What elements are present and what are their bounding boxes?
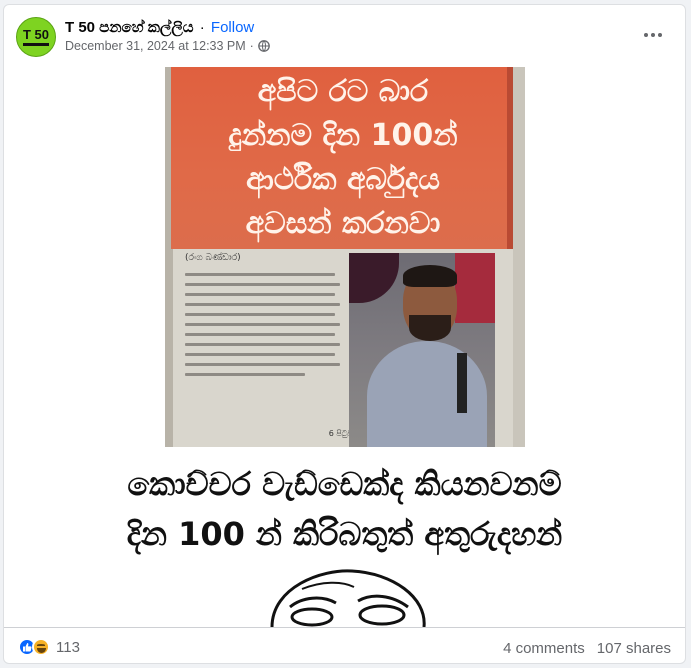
page-name[interactable]: T 50 පනහේ කල්ලිය bbox=[65, 19, 194, 36]
headline-line: අවසන් කරනවා bbox=[245, 206, 441, 241]
clipping-body-text bbox=[185, 273, 365, 376]
newspaper-clipping: අපිට රට බාර දුන්නම දින 100න් ආර්ථික අර්බ… bbox=[165, 67, 525, 447]
reaction-summary[interactable]: 113 bbox=[18, 638, 80, 656]
headline-line: දුන්නම දින 100න් bbox=[228, 118, 458, 153]
comments-link[interactable]: 4 comments bbox=[503, 640, 585, 657]
meta-separator: · bbox=[249, 39, 254, 53]
follow-button[interactable]: Follow bbox=[211, 19, 254, 36]
post-timestamp[interactable]: December 31, 2024 at 12:33 PM bbox=[65, 39, 246, 53]
clipping-edge bbox=[513, 67, 525, 447]
more-horizontal-icon[interactable] bbox=[641, 25, 665, 45]
headline-line: ආර්ථික අර්බුදය bbox=[246, 162, 440, 197]
post-meta: December 31, 2024 at 12:33 PM · bbox=[65, 39, 270, 53]
clipping-byline: (රංග බණ්ඩාර) bbox=[185, 253, 241, 263]
meme-caption-line-1: කොච්චර වැඩ්ඩෙක්ද කියනවනම් bbox=[127, 465, 562, 503]
trollface-icon bbox=[270, 569, 426, 627]
clipping-headline: අපිට රට බාර දුන්නම දින 100න් ආර්ථික අර්බ… bbox=[171, 67, 515, 249]
avatar-underline bbox=[23, 43, 49, 46]
post-stats: 4 comments 107 shares bbox=[503, 640, 671, 657]
reaction-count: 113 bbox=[56, 638, 80, 656]
avatar-text: T 50 bbox=[22, 27, 49, 42]
post-footer: 113 4 comments 107 shares bbox=[4, 627, 685, 663]
haha-reaction-icon bbox=[32, 638, 50, 656]
clipping-article: (රංග බණ්ඩාර) 6 පිටුවට bbox=[185, 253, 365, 443]
post-image[interactable]: අපිට රට බාර දුන්නම දින 100න් ආර්ථික අර්බ… bbox=[4, 67, 685, 627]
separator-dot: · bbox=[199, 19, 205, 36]
page-avatar[interactable]: T 50 bbox=[16, 17, 56, 57]
meme-caption-line-2: දින 100 න් කිරිබතුත් අතුරුදහන් bbox=[126, 515, 563, 553]
post-header: T 50 T 50 පනහේ කල්ලිය · Follow December … bbox=[4, 5, 685, 67]
shares-link[interactable]: 107 shares bbox=[597, 640, 671, 657]
politician-photo bbox=[349, 253, 495, 447]
page-line: T 50 පනහේ කල්ලිය · Follow bbox=[65, 19, 254, 36]
headline-line: අපිට රට බාර bbox=[257, 74, 429, 109]
post-card: T 50 T 50 පනහේ කල්ලිය · Follow December … bbox=[3, 4, 686, 664]
globe-icon[interactable] bbox=[257, 40, 270, 52]
